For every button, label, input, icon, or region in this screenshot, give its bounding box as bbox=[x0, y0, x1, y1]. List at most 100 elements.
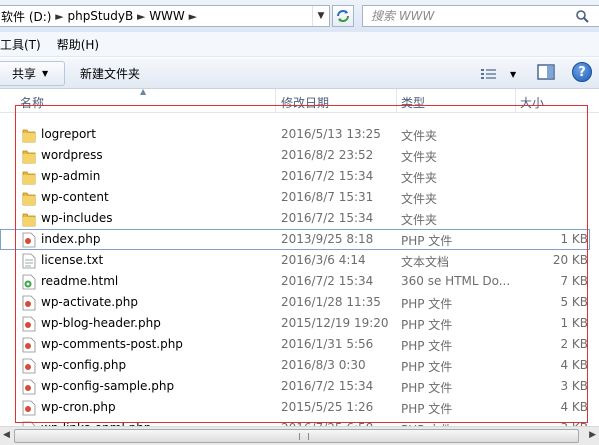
breadcrumb-phpstudyb[interactable]: phpStudyB bbox=[67, 9, 133, 23]
folder-icon bbox=[22, 148, 36, 164]
file-name: wp-blog-header.php bbox=[41, 316, 161, 330]
file-name: wordpress bbox=[41, 148, 103, 162]
file-date: 2016/8/7 15:31 bbox=[281, 190, 374, 204]
file-size: 7 KB bbox=[560, 274, 588, 288]
refresh-button[interactable] bbox=[332, 5, 354, 27]
php-file-icon bbox=[22, 358, 36, 374]
scrollbar-thumb[interactable] bbox=[14, 429, 579, 443]
search-box[interactable] bbox=[362, 5, 599, 27]
new-folder-button[interactable]: 新建文件夹 bbox=[80, 61, 140, 86]
search-input[interactable] bbox=[363, 6, 563, 26]
php-file-icon bbox=[22, 400, 36, 416]
chevron-right-icon[interactable]: ► bbox=[51, 10, 67, 23]
file-row[interactable]: logreport 2016/5/13 13:25 文件夹 bbox=[0, 124, 590, 145]
file-date: 2016/7/2 15:34 bbox=[281, 211, 374, 225]
command-bar: 共享 ▼ 新建文件夹 ▼ ? bbox=[0, 58, 599, 89]
file-date: 2016/3/6 4:14 bbox=[281, 253, 366, 267]
file-date: 2016/7/2 15:34 bbox=[281, 274, 374, 288]
column-divider[interactable] bbox=[515, 89, 516, 113]
view-details-icon bbox=[481, 69, 496, 79]
file-type: 文件夹 bbox=[401, 192, 438, 206]
php-file-icon bbox=[22, 379, 36, 395]
chevron-down-icon: ▼ bbox=[510, 69, 517, 79]
file-date: 2015/12/19 19:20 bbox=[281, 316, 389, 330]
file-name: wp-activate.php bbox=[41, 295, 138, 309]
share-label: 共享 bbox=[12, 67, 37, 81]
chevron-right-icon[interactable]: ► bbox=[133, 10, 149, 23]
grip-icon bbox=[299, 433, 309, 440]
file-row[interactable]: license.txt 2016/3/6 4:14 文本文档 20 KB bbox=[0, 250, 590, 271]
column-size[interactable]: 大小 bbox=[520, 94, 544, 111]
php-file-icon bbox=[22, 316, 36, 332]
file-type: PHP 文件 bbox=[401, 402, 453, 416]
search-icon[interactable] bbox=[575, 9, 589, 23]
file-type: 文本文档 bbox=[401, 255, 450, 269]
file-date: 2016/8/3 0:30 bbox=[281, 358, 366, 372]
file-type: PHP 文件 bbox=[401, 297, 453, 311]
file-size: 4 KB bbox=[560, 358, 588, 372]
file-date: 2016/8/2 23:52 bbox=[281, 148, 374, 162]
column-divider[interactable] bbox=[396, 89, 397, 113]
folder-icon bbox=[22, 190, 36, 206]
column-type[interactable]: 类型 bbox=[401, 94, 425, 111]
file-row[interactable]: index.php 2013/9/25 8:18 PHP 文件 1 KB bbox=[0, 229, 590, 250]
address-bar[interactable]: 软件 (D:) ► phpStudyB ► WWW ► ▼ bbox=[0, 5, 330, 27]
file-row[interactable]: readme.html 2016/7/2 15:34 360 se HTML Do.… bbox=[0, 271, 590, 292]
help-button[interactable]: ? bbox=[572, 62, 592, 82]
horizontal-scrollbar[interactable]: ◀ ▶ bbox=[0, 426, 599, 445]
folder-icon bbox=[22, 127, 36, 143]
chevron-right-icon[interactable]: ► bbox=[185, 10, 201, 23]
file-row[interactable]: wp-config-sample.php 2016/7/2 15:34 PHP 文件… bbox=[0, 376, 590, 397]
file-row[interactable]: wordpress 2016/8/2 23:52 文件夹 bbox=[0, 145, 590, 166]
chevron-down-icon: ▼ bbox=[42, 69, 49, 78]
address-history-dropdown[interactable]: ▼ bbox=[312, 6, 329, 26]
file-row[interactable]: wp-comments-post.php 2016/1/31 5:56 PHP 文件… bbox=[0, 334, 590, 355]
column-divider[interactable] bbox=[275, 89, 276, 113]
file-size: 3 KB bbox=[560, 379, 588, 393]
menu-tools[interactable]: 工具(T) bbox=[0, 36, 49, 53]
file-date: 2016/7/2 15:34 bbox=[281, 379, 374, 393]
file-row[interactable]: wp-activate.php 2016/1/28 11:35 PHP 文件 5 KB bbox=[0, 292, 590, 313]
file-size: 1 KB bbox=[560, 232, 588, 246]
column-header: ▲ 名称 修改日期 类型 大小 bbox=[0, 87, 599, 113]
file-type: 360 se HTML Do... bbox=[401, 274, 511, 288]
php-file-icon bbox=[22, 337, 36, 353]
file-size: 1 KB bbox=[560, 316, 588, 330]
menu-bar: 工具(T) 帮助(H) bbox=[0, 32, 599, 57]
folder-icon bbox=[22, 211, 36, 227]
file-type: PHP 文件 bbox=[401, 318, 453, 332]
file-type: PHP 文件 bbox=[401, 381, 453, 395]
file-row[interactable]: wp-includes 2016/7/2 15:34 文件夹 bbox=[0, 208, 590, 229]
file-size: 2 KB bbox=[560, 337, 588, 351]
change-view-button[interactable]: ▼ bbox=[480, 64, 520, 84]
file-date: 2015/5/25 1:26 bbox=[281, 400, 374, 414]
file-size: 5 KB bbox=[560, 295, 588, 309]
column-name[interactable]: 名称 bbox=[20, 94, 44, 111]
file-list: ▲ 名称 修改日期 类型 大小 logreport 2016/5/13 13:25… bbox=[0, 87, 599, 445]
scroll-left-icon[interactable]: ◀ bbox=[3, 430, 10, 440]
file-row[interactable]: wp-config.php 2016/8/3 0:30 PHP 文件 4 KB bbox=[0, 355, 590, 376]
file-row[interactable]: wp-content 2016/8/7 15:31 文件夹 bbox=[0, 187, 590, 208]
menu-help[interactable]: 帮助(H) bbox=[57, 36, 107, 53]
file-name: wp-admin bbox=[41, 169, 101, 183]
file-date: 2016/1/28 11:35 bbox=[281, 295, 381, 309]
text-file-icon bbox=[22, 253, 36, 269]
file-type: 文件夹 bbox=[401, 129, 438, 143]
file-size: 20 KB bbox=[552, 253, 588, 267]
file-row[interactable]: wp-blog-header.php 2015/12/19 19:20 PHP 文件… bbox=[0, 313, 590, 334]
scroll-right-icon[interactable]: ▶ bbox=[589, 430, 596, 440]
breadcrumb-drive[interactable]: 软件 (D:) bbox=[1, 8, 51, 25]
file-name: wp-cron.php bbox=[41, 400, 116, 414]
file-name: license.txt bbox=[41, 253, 104, 267]
share-button[interactable]: 共享 ▼ bbox=[0, 61, 65, 86]
file-name: wp-config.php bbox=[41, 358, 127, 372]
preview-pane-icon[interactable] bbox=[537, 63, 555, 81]
breadcrumb: 软件 (D:) ► phpStudyB ► WWW ► bbox=[1, 8, 201, 25]
file-size: 4 KB bbox=[560, 400, 588, 414]
file-row[interactable]: wp-cron.php 2015/5/25 1:26 PHP 文件 4 KB bbox=[0, 397, 590, 418]
help-icon: ? bbox=[578, 64, 586, 80]
file-row[interactable]: wp-admin 2016/7/2 15:34 文件夹 bbox=[0, 166, 590, 187]
file-date: 2016/7/2 15:34 bbox=[281, 169, 374, 183]
breadcrumb-www[interactable]: WWW bbox=[149, 9, 185, 23]
column-date[interactable]: 修改日期 bbox=[281, 94, 329, 111]
